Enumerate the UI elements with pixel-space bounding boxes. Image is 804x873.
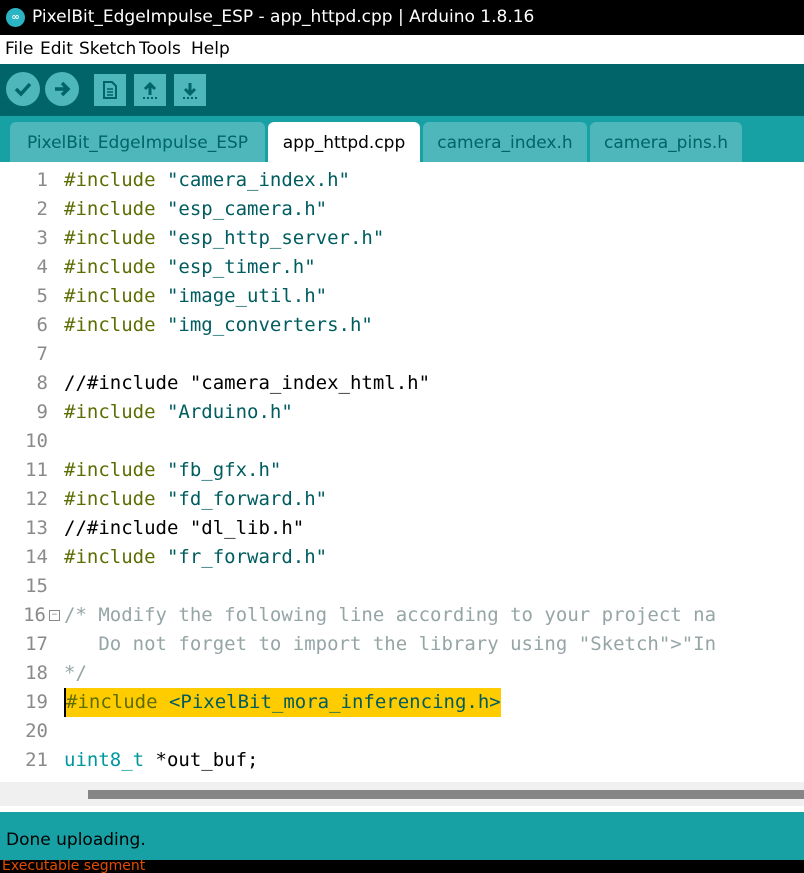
arduino-logo-icon: ∞: [6, 8, 25, 27]
code-line: 15: [25, 575, 48, 597]
menu-tools[interactable]: Tools: [139, 35, 181, 64]
code-line: 11 #include "fb_gfx.h": [25, 459, 282, 481]
save-sketch-button[interactable]: [174, 74, 206, 106]
code-line: 7: [36, 343, 48, 365]
console-output: Executable segment: [0, 860, 804, 873]
code-line: 5 #include "image_util.h": [36, 285, 328, 307]
tab-pixelbit-edgeimpulse-esp[interactable]: PixelBit_EdgeImpulse_ESP: [10, 122, 265, 162]
verify-button[interactable]: [6, 72, 40, 106]
tab-camera-index-h[interactable]: camera_index.h: [423, 122, 587, 162]
code-line: 13//#include "dl_lib.h": [25, 517, 305, 539]
code-line: 8//#include "camera_index_html.h": [36, 372, 431, 394]
arrow-up-icon: [143, 81, 157, 99]
menu-edit[interactable]: Edit: [40, 35, 73, 64]
console-text: Executable segment: [2, 860, 146, 873]
tab-app-httpd-cpp[interactable]: app_httpd.cpp: [268, 122, 420, 162]
code-line: 9 #include "Arduino.h": [36, 401, 293, 423]
open-sketch-button[interactable]: [134, 74, 166, 106]
fold-toggle-icon[interactable]: −: [49, 610, 60, 621]
code-line: 17 Do not forget to import the library u…: [25, 633, 717, 655]
code-line: 18 */: [25, 662, 87, 684]
toolbar: [0, 64, 804, 116]
arrow-down-icon: [183, 83, 197, 99]
code-line: 1 #include "camera_index.h": [36, 169, 350, 191]
new-sketch-button[interactable]: [94, 74, 126, 106]
code-line: 21 uint8_t *out_buf;: [25, 749, 259, 771]
horizontal-scrollbar[interactable]: [0, 782, 804, 806]
menu-sketch[interactable]: Sketch: [79, 35, 136, 64]
menu-help[interactable]: Help: [191, 35, 230, 64]
code-line: 2 #include "esp_camera.h": [36, 198, 328, 220]
window-title: PixelBit_EdgeImpulse_ESP - app_httpd.cpp…: [32, 7, 535, 27]
title-bar: ∞ PixelBit_EdgeImpulse_ESP - app_httpd.c…: [0, 0, 804, 35]
menu-bar: File Edit Sketch Tools Help: [0, 35, 804, 64]
code-line: 20: [25, 720, 48, 742]
menu-file[interactable]: File: [5, 35, 33, 64]
code-line-highlighted: 19 #include <PixelBit_mora_inferencing.h>: [0, 688, 804, 717]
new-file-icon: [103, 81, 117, 99]
code-line: 16−/* Modify the following line accordin…: [23, 604, 717, 626]
tab-camera-pins-h[interactable]: camera_pins.h: [590, 122, 742, 162]
code-line: 14 #include "fr_forward.h": [25, 546, 328, 568]
status-bar: Done uploading.: [0, 812, 804, 860]
scrollbar-thumb[interactable]: [88, 790, 804, 799]
code-line: 10: [25, 430, 48, 452]
code-line: 3 #include "esp_http_server.h": [36, 227, 385, 249]
upload-button[interactable]: [45, 72, 79, 106]
code-editor[interactable]: 1 #include "camera_index.h" 2 #include "es…: [0, 162, 804, 782]
code-line: 6 #include "img_converters.h": [36, 314, 373, 336]
checkmark-icon: [14, 82, 32, 97]
code-line: 12 #include "fd_forward.h": [25, 488, 328, 510]
arrow-right-icon: [55, 81, 71, 97]
tab-bar: PixelBit_EdgeImpulse_ESP app_httpd.cpp c…: [0, 116, 804, 162]
code-line: 4 #include "esp_timer.h": [36, 256, 316, 278]
